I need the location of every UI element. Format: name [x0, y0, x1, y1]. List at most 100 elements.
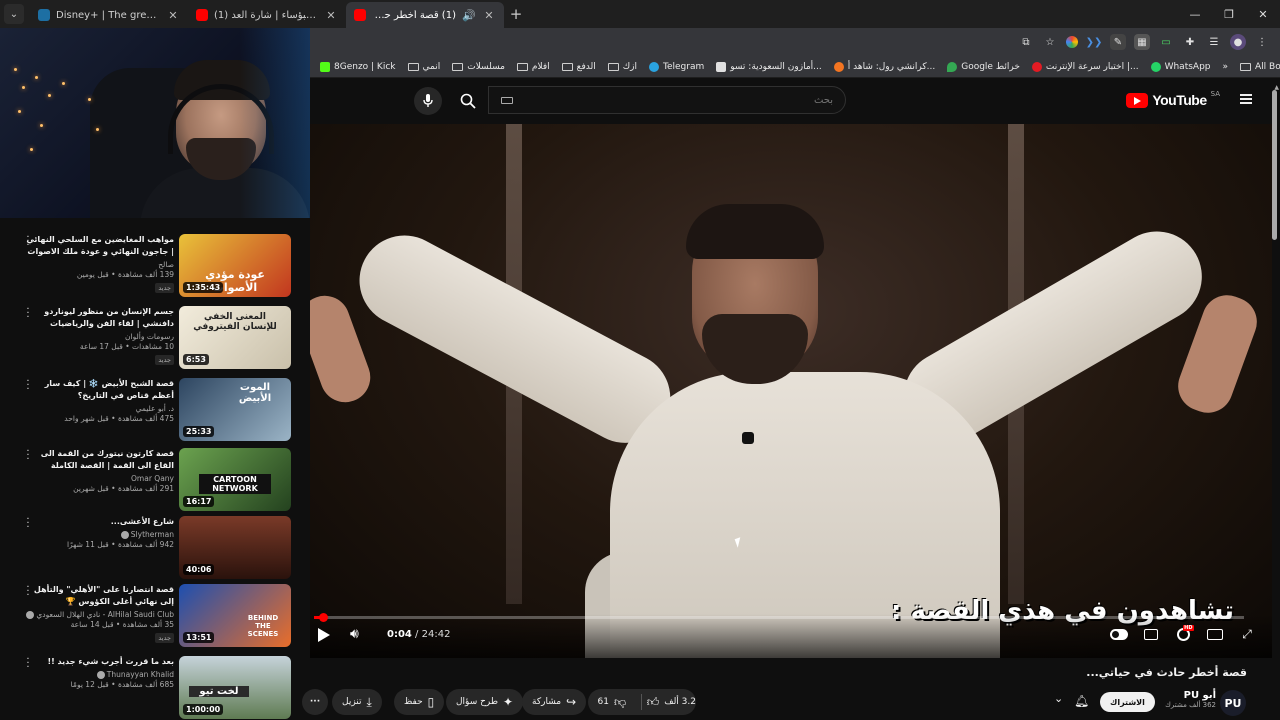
channel-name[interactable]: صالح: [24, 260, 174, 269]
video-thumbnail[interactable]: عودة مؤدي الأصوات 1:35:43: [179, 234, 291, 297]
keyboard-icon[interactable]: [501, 96, 513, 104]
video-thumbnail[interactable]: CARTOON NETWORK 16:17: [179, 448, 291, 511]
speaker-icon[interactable]: 🔊: [462, 9, 476, 22]
save-button[interactable]: ▯ حفظ: [394, 689, 445, 715]
related-video-item[interactable]: لخت تيو 1:00:00 بعد ما قررت أجرب شيء جدي…: [0, 655, 310, 720]
chevron-down-icon[interactable]: ⌄: [1054, 692, 1063, 705]
bookmark-kick[interactable]: 8Genzo | Kick: [320, 61, 396, 72]
video-title[interactable]: شارع الأعشى...: [24, 516, 174, 528]
tab-search-button[interactable]: ⌄: [4, 4, 24, 24]
extension-grid-icon[interactable]: ▦: [1134, 34, 1150, 50]
like-button[interactable]: 3.2 ألف 👍︎: [647, 689, 696, 715]
related-video-item[interactable]: الموت الأبيض 25:33 قصة الشبح الأبيض ❄️ |…: [0, 377, 310, 444]
search-input[interactable]: [521, 94, 833, 106]
bookmark-folder-anime[interactable]: انمي: [407, 62, 440, 72]
more-actions-icon[interactable]: · · ·: [24, 305, 32, 323]
extension-battery-icon[interactable]: ▭: [1158, 34, 1174, 50]
more-actions-icon[interactable]: · · ·: [24, 377, 32, 395]
related-video-item[interactable]: عودة مؤدي الأصوات 1:35:43 مواهب المغايضي…: [0, 233, 310, 300]
bookmark-folder-movies[interactable]: افلام: [516, 62, 550, 72]
video-title[interactable]: قصة الشبح الأبيض ❄️ | كيف سار أعظم قناص …: [24, 378, 174, 402]
bookmark-folder-misc[interactable]: ازك: [607, 62, 637, 72]
video-thumbnail[interactable]: الموت الأبيض 25:33: [179, 378, 291, 441]
video-title[interactable]: قصة انتصارنا على "الأهلي" والتأهل إلى نه…: [24, 584, 174, 608]
video-title[interactable]: جسم الإنسان من منظور ليوناردو دافنشي | ل…: [24, 306, 174, 330]
page-scrollbar[interactable]: [1272, 90, 1278, 710]
fullscreen-icon[interactable]: ⤢: [1238, 626, 1256, 642]
bookmark-amazon[interactable]: أمازون السعودية: تسو...: [716, 61, 822, 72]
profile-avatar-icon[interactable]: ●: [1230, 34, 1246, 50]
captions-button[interactable]: [1142, 626, 1160, 642]
new-tab-button[interactable]: +: [504, 2, 528, 26]
search-submit-button[interactable]: [450, 87, 486, 115]
progress-bar[interactable]: [314, 613, 1244, 622]
video-thumbnail[interactable]: المعنى الخفي للإنسان الفيتروفي 6:53: [179, 306, 291, 369]
autoplay-toggle[interactable]: [1110, 626, 1128, 642]
channel-name[interactable]: AlHilal Saudi Club - نادي الهلال السعودي: [24, 610, 174, 619]
more-actions-icon[interactable]: · · ·: [24, 583, 32, 601]
channel-name[interactable]: د. أبو عليمي: [24, 404, 174, 413]
dislike-button[interactable]: 61 👎︎: [588, 689, 636, 715]
install-app-icon[interactable]: ⧉: [1018, 34, 1034, 50]
bookmark-star-icon[interactable]: ☆: [1042, 34, 1058, 50]
bookmark-folder-series[interactable]: مسلسلات: [452, 62, 505, 72]
more-actions-button[interactable]: ···: [302, 689, 328, 715]
search-box[interactable]: [488, 86, 846, 114]
bookmark-crunchyroll[interactable]: كرانشي رول: شاهد أ...: [833, 61, 935, 72]
channel-name[interactable]: Slytherman: [24, 530, 174, 539]
voice-search-button[interactable]: [414, 87, 442, 115]
bookmarks-overflow-chevron-icon[interactable]: »: [1223, 62, 1229, 72]
channel-name[interactable]: أبو PU: [1165, 690, 1216, 701]
maximize-button[interactable]: ❐: [1212, 0, 1246, 28]
youtube-logo[interactable]: YouTube SA: [1126, 90, 1220, 108]
more-actions-icon[interactable]: · · ·: [24, 447, 32, 465]
video-thumbnail[interactable]: لخت تيو 1:00:00: [179, 656, 291, 719]
extension-color-icon[interactable]: [1066, 36, 1078, 48]
tab-current-video[interactable]: (1) قصة أخطر حادث في حيا... 🔊 ✕: [346, 2, 504, 28]
close-tab-icon[interactable]: ✕: [324, 9, 338, 22]
related-video-item[interactable]: المعنى الخفي للإنسان الفيتروفي 6:53 جسم …: [0, 305, 310, 372]
bookmark-speedtest[interactable]: اختبار سرعة الإنترنت |...: [1031, 61, 1139, 72]
minimize-button[interactable]: —: [1178, 0, 1212, 28]
video-title[interactable]: بعد ما قررت أجرب شيء جديد !!: [24, 656, 174, 668]
related-video-item[interactable]: BEHIND THE SCENES 13:51 قصة انتصارنا على…: [0, 583, 310, 650]
reading-list-icon[interactable]: ☰: [1206, 34, 1222, 50]
bell-icon[interactable]: 🔔︎: [1074, 694, 1089, 708]
tab-disney[interactable]: Disney+ | The greatest stories,... ✕: [30, 2, 188, 28]
bookmark-google-maps[interactable]: Google خرائط: [947, 61, 1020, 72]
video-thumbnail[interactable]: 40:06: [179, 516, 291, 579]
bookmark-telegram[interactable]: Telegram: [649, 61, 704, 72]
extensions-puzzle-icon[interactable]: ✚: [1182, 34, 1198, 50]
close-tab-icon[interactable]: ✕: [482, 9, 496, 22]
channel-info[interactable]: أبو PU 362 ألف مشترك: [1165, 690, 1216, 709]
ask-question-button[interactable]: ✦ طرح سؤال: [446, 689, 524, 715]
more-actions-icon[interactable]: · · ·: [24, 655, 32, 673]
video-title[interactable]: قصة كارتون نيتورك من القمة الى القاع الى…: [24, 448, 174, 472]
guide-menu-icon[interactable]: [1240, 94, 1252, 104]
related-video-item[interactable]: 40:06 شارع الأعشى... Slytherman 942 ألف …: [0, 515, 310, 582]
video-thumbnail[interactable]: BEHIND THE SCENES 13:51: [179, 584, 291, 647]
video-title[interactable]: مواهب المغايضين مع السلحي النهائي | جاجو…: [24, 234, 174, 258]
play-button[interactable]: [318, 628, 330, 642]
channel-name[interactable]: Omar Qany: [24, 474, 174, 483]
download-button[interactable]: ⤓ تنزيل: [332, 689, 382, 715]
volume-icon[interactable]: 🔊︎: [350, 626, 368, 644]
video-player[interactable]: تشاهدون في هذي القصة : 🔊︎ 0:04 / 24:42 H…: [310, 124, 1272, 658]
scrollbar-thumb[interactable]: [1272, 90, 1277, 240]
more-actions-icon[interactable]: · · ·: [24, 233, 32, 251]
all-bookmarks-button[interactable]: All Bookmarks: [1240, 62, 1280, 72]
close-tab-icon[interactable]: ✕: [166, 9, 180, 22]
theater-mode-button[interactable]: [1206, 626, 1224, 642]
tab-simpsons[interactable]: (1) سيمبسون | البؤساء | شارة العد... ✕: [188, 2, 346, 28]
subscribe-button[interactable]: الاشتراك: [1100, 692, 1155, 712]
channel-avatar[interactable]: PU: [1220, 690, 1246, 716]
settings-button[interactable]: HD: [1174, 624, 1194, 642]
bookmark-whatsapp[interactable]: WhatsApp: [1150, 61, 1211, 72]
close-window-button[interactable]: ✕: [1246, 0, 1280, 28]
bookmark-folder-payment[interactable]: الدفع: [561, 62, 596, 72]
channel-name[interactable]: Thunayyan Khalid: [24, 670, 174, 679]
more-actions-icon[interactable]: · · ·: [24, 515, 32, 533]
scrubber-handle[interactable]: [319, 613, 329, 622]
channel-name[interactable]: رسومات وألوان: [24, 332, 174, 341]
browser-menu-icon[interactable]: ⋮: [1254, 34, 1270, 50]
